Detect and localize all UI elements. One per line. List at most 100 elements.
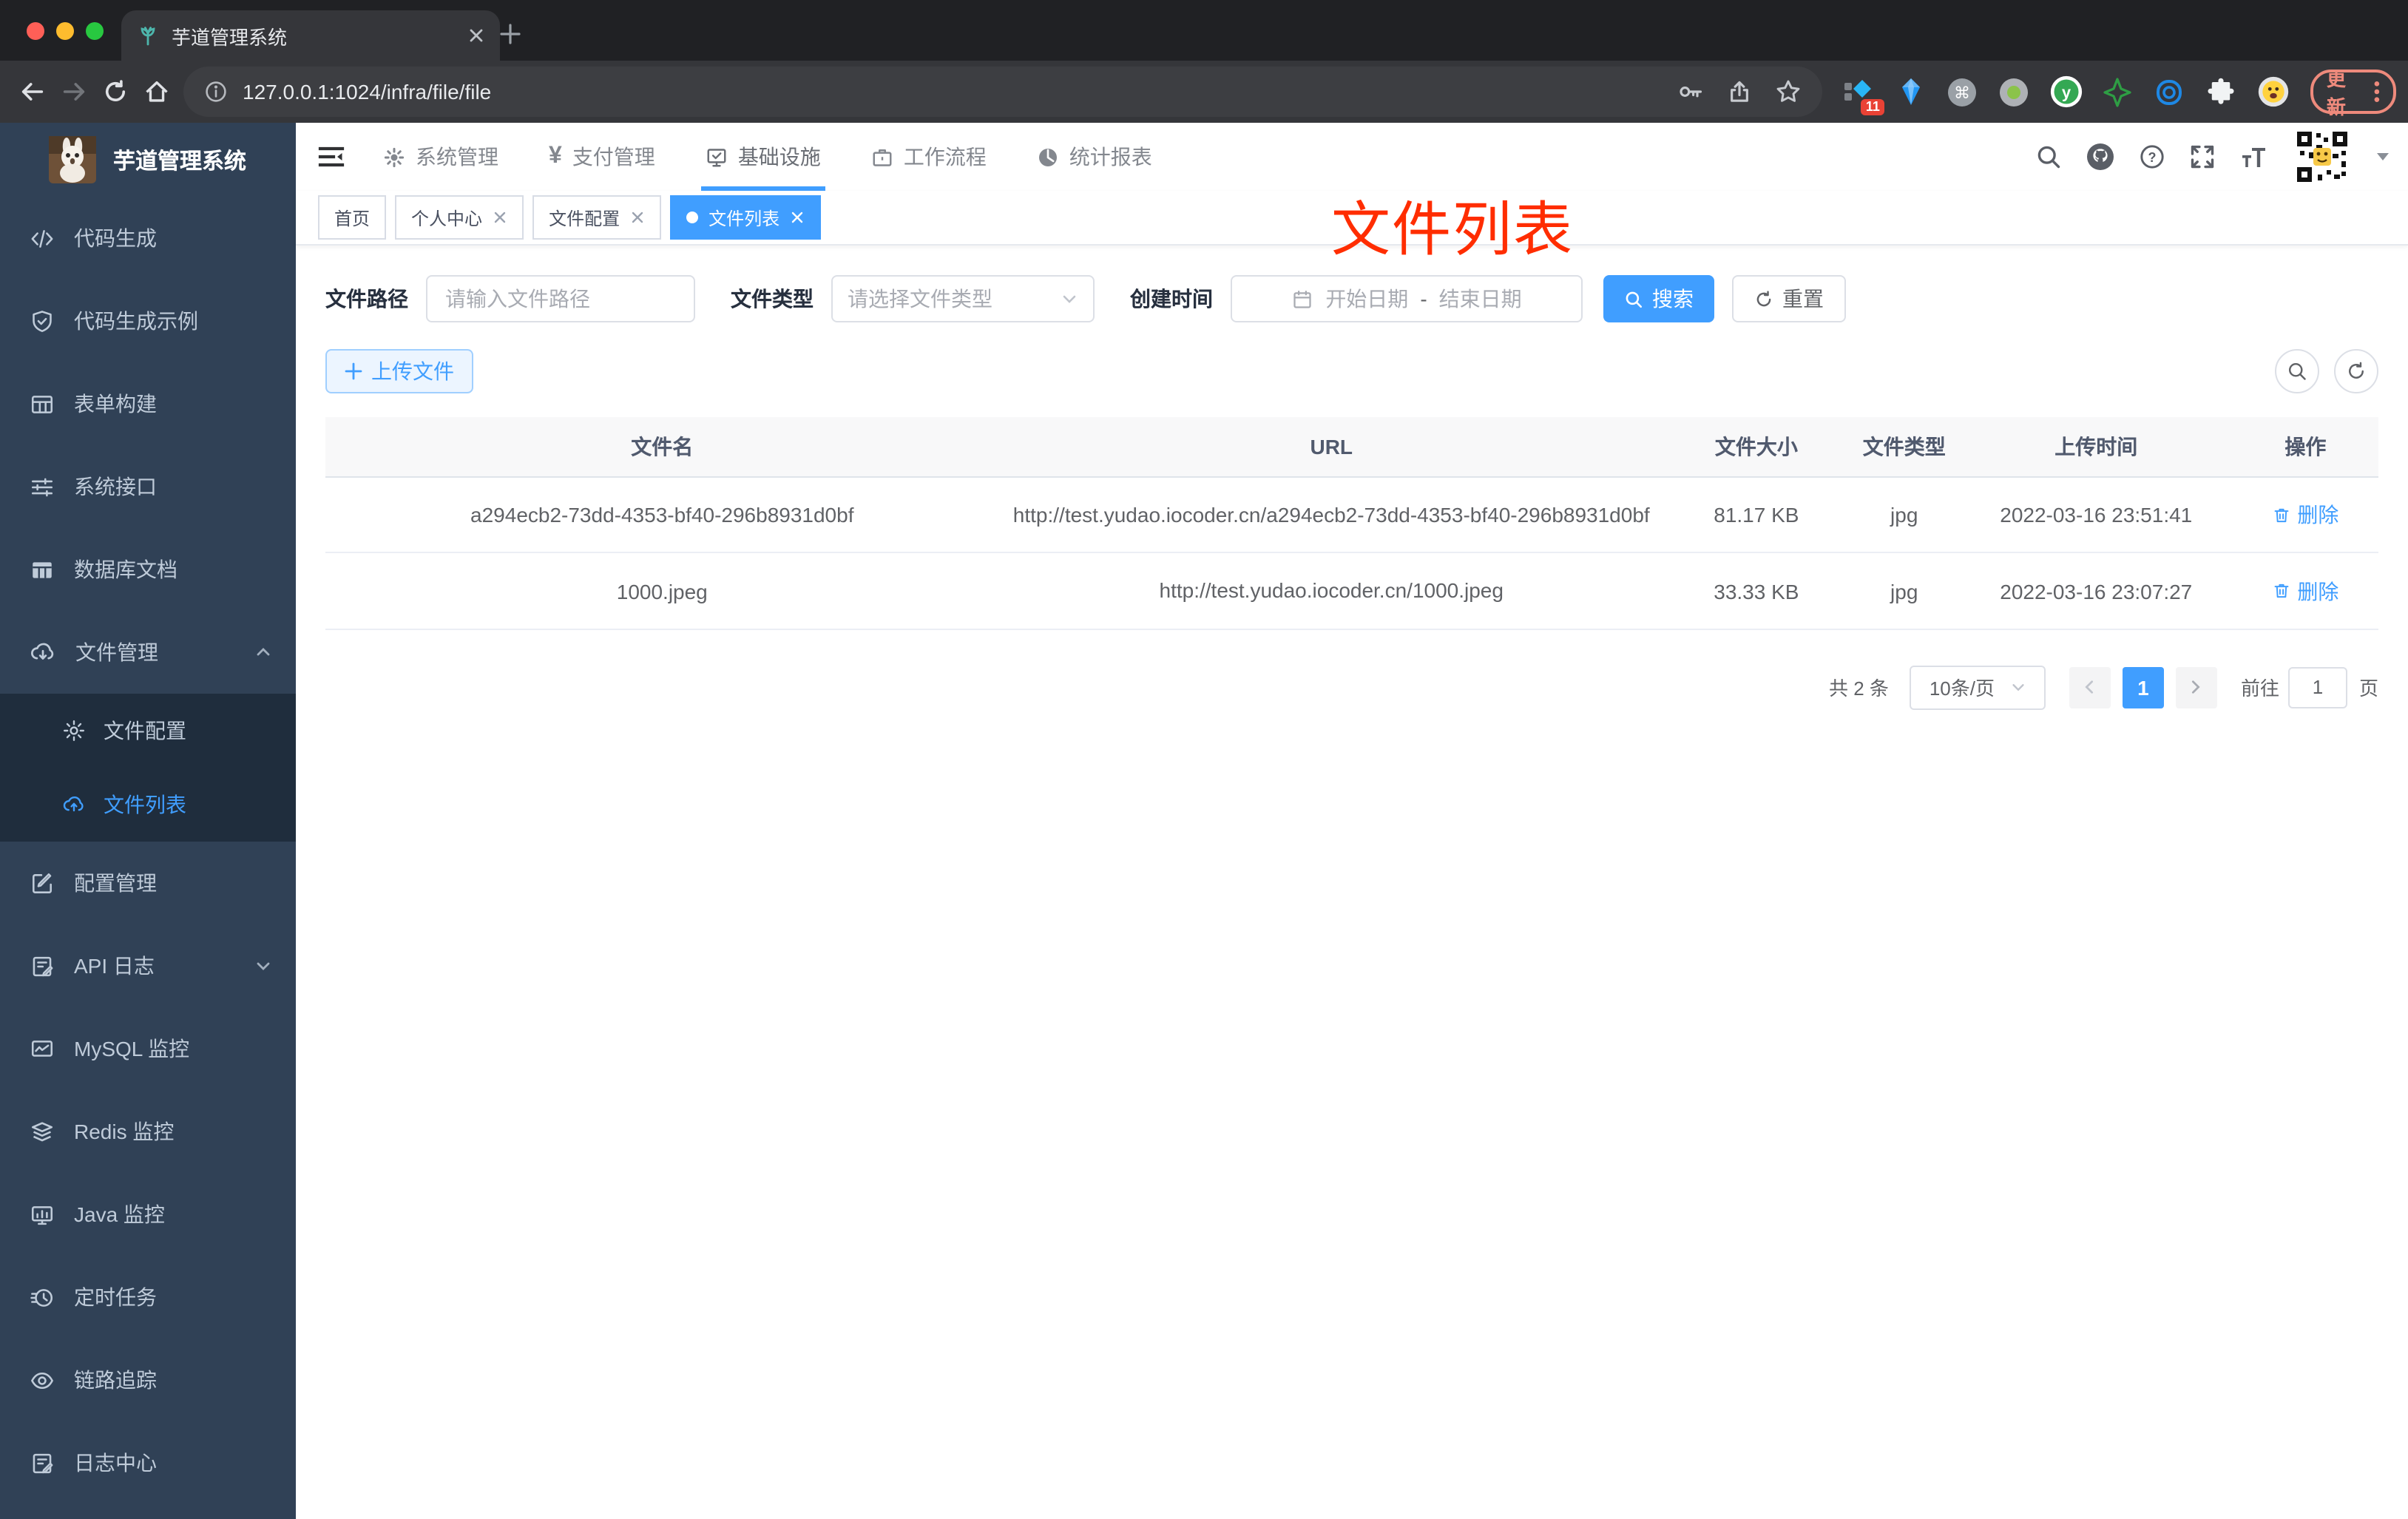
sidebar-subitem-file-config[interactable]: 文件配置 xyxy=(0,694,296,768)
delete-button[interactable]: 删除 xyxy=(2272,576,2338,606)
page-size-select[interactable]: 10条/页 xyxy=(1909,665,2046,710)
extension-dot-icon[interactable] xyxy=(1998,75,2031,108)
table-header-row: 文件名 URL 文件大小 文件类型 上传时间 操作 xyxy=(325,417,2378,478)
sidebar-item-code-example[interactable]: 代码生成示例 xyxy=(0,280,296,362)
tag-file-list[interactable]: 文件列表 xyxy=(670,195,822,240)
maximize-window-button[interactable] xyxy=(86,22,104,40)
app-logo-row[interactable]: 芋道管理系统 xyxy=(0,123,296,197)
back-icon[interactable] xyxy=(12,71,53,112)
topnav-item-system[interactable]: 系统管理 xyxy=(358,123,524,191)
date-range-picker[interactable]: 开始日期 - 结束日期 xyxy=(1231,275,1583,322)
toggle-search-button[interactable] xyxy=(2275,349,2319,393)
browser-tab[interactable]: 芋道管理系统 xyxy=(121,10,500,61)
sidebar-item-log-center[interactable]: 日志中心 xyxy=(0,1421,296,1504)
close-window-button[interactable] xyxy=(27,22,44,40)
sidebar-item-api-log[interactable]: API 日志 xyxy=(0,924,296,1007)
extension-devtools-icon[interactable]: 11 xyxy=(1843,75,1884,115)
sidebar-item-scheduled-tasks[interactable]: 定时任务 xyxy=(0,1256,296,1339)
goto-label: 前往 xyxy=(2240,677,2279,700)
database-table-icon xyxy=(33,561,52,578)
help-icon[interactable]: ? xyxy=(2139,143,2165,170)
tag-file-config[interactable]: 文件配置 xyxy=(532,195,662,240)
dashboard-icon xyxy=(1038,148,1057,166)
file-type-select[interactable]: 请选择文件类型 xyxy=(831,275,1095,322)
avatar-caret-icon[interactable] xyxy=(2375,151,2390,163)
sidebar-item-file-management[interactable]: 文件管理 xyxy=(0,611,296,694)
calendar-icon xyxy=(1293,290,1311,308)
forward-icon[interactable] xyxy=(53,71,95,112)
topnav-item-reports[interactable]: 统计报表 xyxy=(1012,123,1177,191)
sidebar-item-config-management[interactable]: 配置管理 xyxy=(0,842,296,924)
extensions-row: 11 ⌘ y xyxy=(1843,75,2290,115)
sidebar-collapse-icon[interactable] xyxy=(317,142,346,172)
trash-icon xyxy=(2274,508,2289,522)
extension-gem-icon[interactable] xyxy=(1895,75,1927,108)
browser-update-button[interactable]: 更新 xyxy=(2310,68,2396,118)
file-management-submenu: 文件配置 文件列表 xyxy=(0,694,296,842)
sidebar-item-form-builder[interactable]: 表单构建 xyxy=(0,362,296,445)
kebab-menu-icon[interactable] xyxy=(2374,80,2380,104)
prev-page-button[interactable] xyxy=(2069,666,2111,708)
search-button[interactable]: 搜索 xyxy=(1603,275,1714,322)
address-bar[interactable]: 127.0.0.1:1024/infra/file/file xyxy=(183,67,1822,117)
github-icon[interactable] xyxy=(2086,142,2115,172)
sidebar-item-code-generation[interactable]: 代码生成 xyxy=(0,197,296,280)
extension-star-icon[interactable] xyxy=(2102,75,2134,108)
sidebar-item-db-doc[interactable]: 数据库文档 xyxy=(0,528,296,611)
extension-emoji-icon[interactable] xyxy=(2257,75,2290,108)
code-icon xyxy=(31,229,53,247)
goto-page-input[interactable] xyxy=(2287,666,2347,708)
tag-close-icon[interactable] xyxy=(493,210,507,225)
reset-button[interactable]: 重置 xyxy=(1732,275,1846,322)
sidebar-item-java-monitor[interactable]: Java 监控 xyxy=(0,1173,296,1256)
sidebar-item-redis-monitor[interactable]: Redis 监控 xyxy=(0,1090,296,1173)
minimize-window-button[interactable] xyxy=(56,22,74,40)
next-page-button[interactable] xyxy=(2175,666,2217,708)
sidebar-item-tracing[interactable]: 链路追踪 xyxy=(0,1339,296,1421)
cell-filename: 1000.jpeg xyxy=(325,552,999,630)
tag-close-icon[interactable] xyxy=(790,210,805,225)
clock-history-icon xyxy=(30,1288,53,1306)
date-end-placeholder[interactable]: 结束日期 xyxy=(1439,284,1522,314)
date-separator: - xyxy=(1420,287,1427,311)
url-text[interactable]: 127.0.0.1:1024/infra/file/file xyxy=(243,80,491,104)
topnav-item-workflow[interactable]: 工作流程 xyxy=(846,123,1012,191)
file-path-input[interactable] xyxy=(427,287,694,311)
col-filetype: 文件类型 xyxy=(1848,417,1960,478)
file-path-field[interactable] xyxy=(426,275,695,322)
col-url: URL xyxy=(998,417,1664,478)
new-tab-button[interactable] xyxy=(491,15,530,53)
topnav-item-infrastructure[interactable]: 基础设施 xyxy=(680,123,846,191)
extension-rings-icon[interactable] xyxy=(2154,75,2186,108)
sidebar-item-mysql-monitor[interactable]: MySQL 监控 xyxy=(0,1007,296,1090)
site-info-icon[interactable] xyxy=(204,80,228,104)
topnav-item-payment[interactable]: ¥ 支付管理 xyxy=(524,123,680,191)
file-type-label: 文件类型 xyxy=(731,287,814,311)
tag-profile[interactable]: 个人中心 xyxy=(395,195,524,240)
password-key-icon[interactable] xyxy=(1677,78,1704,105)
date-start-placeholder[interactable]: 开始日期 xyxy=(1325,284,1408,314)
chevron-left-icon xyxy=(2086,680,2094,694)
tab-close-icon[interactable] xyxy=(467,27,485,44)
extension-command-icon[interactable]: ⌘ xyxy=(1947,75,1979,108)
home-icon[interactable] xyxy=(136,71,177,112)
reload-icon[interactable] xyxy=(95,71,136,112)
refresh-table-button[interactable] xyxy=(2334,349,2378,393)
extensions-puzzle-icon[interactable] xyxy=(2205,75,2238,108)
share-icon[interactable] xyxy=(1726,78,1753,105)
pagination: 共 2 条 10条/页 1 前往 页 xyxy=(325,665,2378,710)
upload-file-button[interactable]: 上传文件 xyxy=(325,349,473,393)
sidebar-item-system-api[interactable]: 系统接口 xyxy=(0,445,296,528)
delete-button[interactable]: 删除 xyxy=(2272,500,2338,530)
tag-close-icon[interactable] xyxy=(630,210,645,225)
bookmark-star-icon[interactable] xyxy=(1775,78,1802,105)
sidebar-subitem-file-list[interactable]: 文件列表 xyxy=(0,768,296,842)
page-number-button[interactable]: 1 xyxy=(2122,666,2164,708)
page-content: 文件路径 文件类型 请选择文件类型 创建时间 开始日期 - 结束日期 xyxy=(296,275,2408,710)
tag-home[interactable]: 首页 xyxy=(318,195,387,240)
search-icon[interactable] xyxy=(2035,143,2062,170)
fullscreen-icon[interactable] xyxy=(2189,143,2216,170)
avatar-qr-code[interactable] xyxy=(2293,127,2352,186)
extension-y-icon[interactable]: y xyxy=(2050,75,2083,108)
font-size-icon[interactable] xyxy=(2239,143,2269,170)
